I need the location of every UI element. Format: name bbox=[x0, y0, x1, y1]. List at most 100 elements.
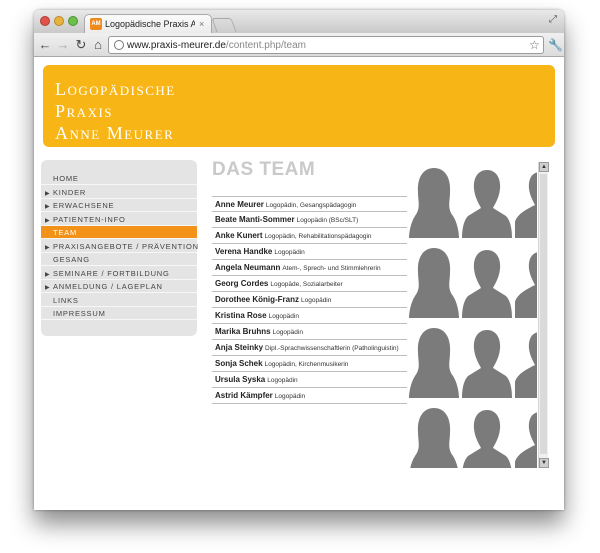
main-navigation: HOME ▶ KINDER ▶ ERWACHSENE ▶ PATIENTEN-INFO TEA… bbox=[41, 160, 199, 336]
menu-item-label: TEAM bbox=[53, 228, 78, 237]
address-bar[interactable]: www.praxis-meurer.de/content.php/team ☆ bbox=[108, 36, 544, 54]
menu-item-impressum[interactable]: IMPRESSUM bbox=[41, 307, 197, 320]
new-tab-button[interactable] bbox=[211, 18, 237, 32]
menu-item-praxisangebote-pr-vention[interactable]: ▶ PRAXISANGEBOTE / PRÄVENTION bbox=[41, 240, 199, 253]
tab-close-icon[interactable]: × bbox=[199, 18, 204, 30]
person-silhouette-icon bbox=[515, 332, 537, 398]
browser-toolbar: ← → ↻ ⌂ www.praxis-meurer.de/content.php… bbox=[34, 33, 564, 57]
header-title-line-1: Logopädische bbox=[55, 79, 176, 99]
member-role: Logopädin bbox=[274, 393, 306, 400]
team-member-row[interactable]: Angela Neumann Atem-, Sprech- und Stimmle… bbox=[212, 260, 407, 276]
member-role: Logopädin, Kirchenmusikerin bbox=[264, 361, 349, 368]
member-name: Marika Bruhns bbox=[215, 327, 271, 336]
team-member-portrait[interactable] bbox=[515, 162, 537, 238]
url-text[interactable]: www.praxis-meurer.de/content.php/team bbox=[127, 38, 306, 53]
member-role: Logopädin bbox=[274, 249, 305, 256]
member-role: Logopädin (BSc/SLT) bbox=[296, 217, 359, 224]
menu-item-home[interactable]: HOME bbox=[41, 172, 197, 185]
menu-item-links[interactable]: LINKS bbox=[41, 294, 197, 307]
team-member-portrait[interactable] bbox=[462, 242, 512, 318]
team-member-row[interactable]: Astrid Kämpfer Logopädin bbox=[212, 388, 407, 404]
team-member-portrait[interactable] bbox=[515, 322, 537, 398]
silhouette-shape bbox=[462, 250, 512, 318]
member-role: Logopädin bbox=[272, 329, 303, 336]
browser-tab[interactable]: AM Logopädische Praxis Anne M × bbox=[84, 14, 212, 33]
member-role: Logopädin, Rehabilitationspädagogin bbox=[264, 233, 372, 240]
team-member-portrait[interactable] bbox=[409, 242, 459, 318]
home-icon[interactable]: ⌂ bbox=[91, 37, 105, 53]
silhouette-shape bbox=[462, 170, 512, 238]
member-name: Anne Meurer bbox=[215, 200, 264, 209]
person-silhouette-icon bbox=[462, 170, 512, 238]
silhouette-shape bbox=[462, 330, 512, 398]
member-name: Anke Kunert bbox=[215, 231, 263, 240]
team-member-row[interactable]: Dorothee König-Franz Logopädin bbox=[212, 292, 407, 308]
silhouette-shape bbox=[409, 168, 459, 238]
team-member-row[interactable]: Marika Bruhns Logopädin bbox=[212, 324, 407, 340]
team-member-portrait[interactable] bbox=[462, 162, 512, 238]
team-member-row[interactable]: Kristina Rose Logopädin bbox=[212, 308, 407, 324]
tab-title: Logopädische Praxis Anne M bbox=[105, 19, 195, 29]
minimize-window-button[interactable] bbox=[54, 16, 64, 26]
favicon-icon: AM bbox=[90, 18, 102, 30]
silhouette-shape bbox=[515, 252, 537, 318]
team-member-row[interactable]: Ursula Syska Logopädin bbox=[212, 372, 407, 388]
team-member-row[interactable]: Georg Cordes Logopäde, Sozialarbeiter bbox=[212, 276, 407, 292]
scroll-up-arrow-icon[interactable]: ▲ bbox=[539, 162, 549, 172]
menu-item-label: LINKS bbox=[53, 295, 79, 305]
menu-item-label: ERWACHSENE bbox=[53, 201, 115, 210]
forward-arrow-icon[interactable]: → bbox=[56, 37, 70, 53]
browser-window: AM Logopädische Praxis Anne M × ⤢ ← → ↻ … bbox=[34, 10, 564, 510]
team-member-portrait[interactable] bbox=[409, 402, 459, 468]
team-member-row[interactable]: Anne Meurer Logopädin, Gesangspädagogin bbox=[212, 196, 407, 212]
silhouette-shape bbox=[515, 332, 537, 398]
menu-item-kinder[interactable]: ▶ KINDER bbox=[41, 186, 197, 199]
scroll-thumb[interactable] bbox=[540, 174, 547, 454]
close-window-button[interactable] bbox=[40, 16, 50, 26]
member-name: Kristina Rose bbox=[215, 311, 267, 320]
menu-item-team[interactable]: TEAM bbox=[41, 226, 197, 239]
team-member-portrait[interactable] bbox=[515, 242, 537, 318]
wrench-icon[interactable]: 🔧 bbox=[548, 37, 563, 53]
fullscreen-icon[interactable]: ⤢ bbox=[549, 13, 557, 27]
photo-scrollbar[interactable]: ▲ ▼ bbox=[538, 162, 549, 468]
site-header: Logopädische Praxis Anne Meurer bbox=[43, 65, 555, 147]
team-member-row[interactable]: Anke Kunert Logopädin, Rehabilitationspäd… bbox=[212, 228, 407, 244]
team-member-portrait[interactable] bbox=[409, 322, 459, 398]
title-bar: AM Logopädische Praxis Anne M × ⤢ bbox=[34, 10, 564, 33]
team-member-row[interactable]: Verena Handke Logopädin bbox=[212, 244, 407, 260]
team-member-portrait[interactable] bbox=[462, 322, 512, 398]
menu-item-label: ANMELDUNG / LAGEPLAN bbox=[53, 282, 163, 291]
team-member-portrait[interactable] bbox=[409, 162, 459, 238]
silhouette-shape bbox=[515, 412, 537, 468]
menu-item-seminare-fortbildung[interactable]: ▶ SEMINARE / FORTBILDUNG bbox=[41, 267, 197, 280]
page-title: DAS TEAM bbox=[212, 159, 316, 180]
silhouette-shape bbox=[409, 328, 459, 398]
team-member-portrait[interactable] bbox=[515, 402, 537, 468]
member-name: Verena Handke bbox=[215, 247, 273, 256]
person-silhouette-icon bbox=[515, 172, 537, 238]
member-role: Logopäde, Sozialarbeiter bbox=[270, 281, 343, 288]
maximize-window-button[interactable] bbox=[68, 16, 78, 26]
reload-icon[interactable]: ↻ bbox=[74, 37, 88, 53]
back-arrow-icon[interactable]: ← bbox=[38, 37, 52, 53]
team-member-row[interactable]: Anja Steinky Dipl.-Sprachwissenschaftleri… bbox=[212, 340, 407, 356]
menu-item-patienten-info[interactable]: ▶ PATIENTEN-INFO bbox=[41, 213, 197, 226]
person-silhouette-icon bbox=[410, 408, 458, 468]
scroll-down-arrow-icon[interactable]: ▼ bbox=[539, 458, 549, 468]
menu-item-label: KINDER bbox=[53, 187, 87, 197]
bookmark-star-icon[interactable]: ☆ bbox=[529, 38, 540, 53]
menu-item-erwachsene[interactable]: ▶ ERWACHSENE bbox=[41, 199, 197, 212]
menu-item-label: PRAXISANGEBOTE / PRÄVENTION bbox=[53, 241, 199, 251]
team-member-row[interactable]: Sonja Schek Logopädin, Kirchenmusikerin bbox=[212, 356, 407, 372]
person-silhouette-icon bbox=[515, 412, 537, 468]
team-member-portrait[interactable] bbox=[462, 402, 512, 468]
person-silhouette-icon bbox=[409, 248, 459, 318]
menu-item-label: GESANG bbox=[53, 255, 90, 264]
silhouette-shape bbox=[462, 410, 512, 468]
menu-item-gesang[interactable]: GESANG bbox=[41, 253, 197, 266]
team-list: Anne Meurer Logopädin, Gesangspädagogin Be… bbox=[212, 196, 407, 404]
team-member-row[interactable]: Beate Manti-Sommer Logopädin (BSc/SLT) bbox=[212, 212, 407, 228]
member-name: Anja Steinky bbox=[215, 343, 264, 352]
menu-item-anmeldung-lageplan[interactable]: ▶ ANMELDUNG / LAGEPLAN bbox=[41, 280, 197, 293]
